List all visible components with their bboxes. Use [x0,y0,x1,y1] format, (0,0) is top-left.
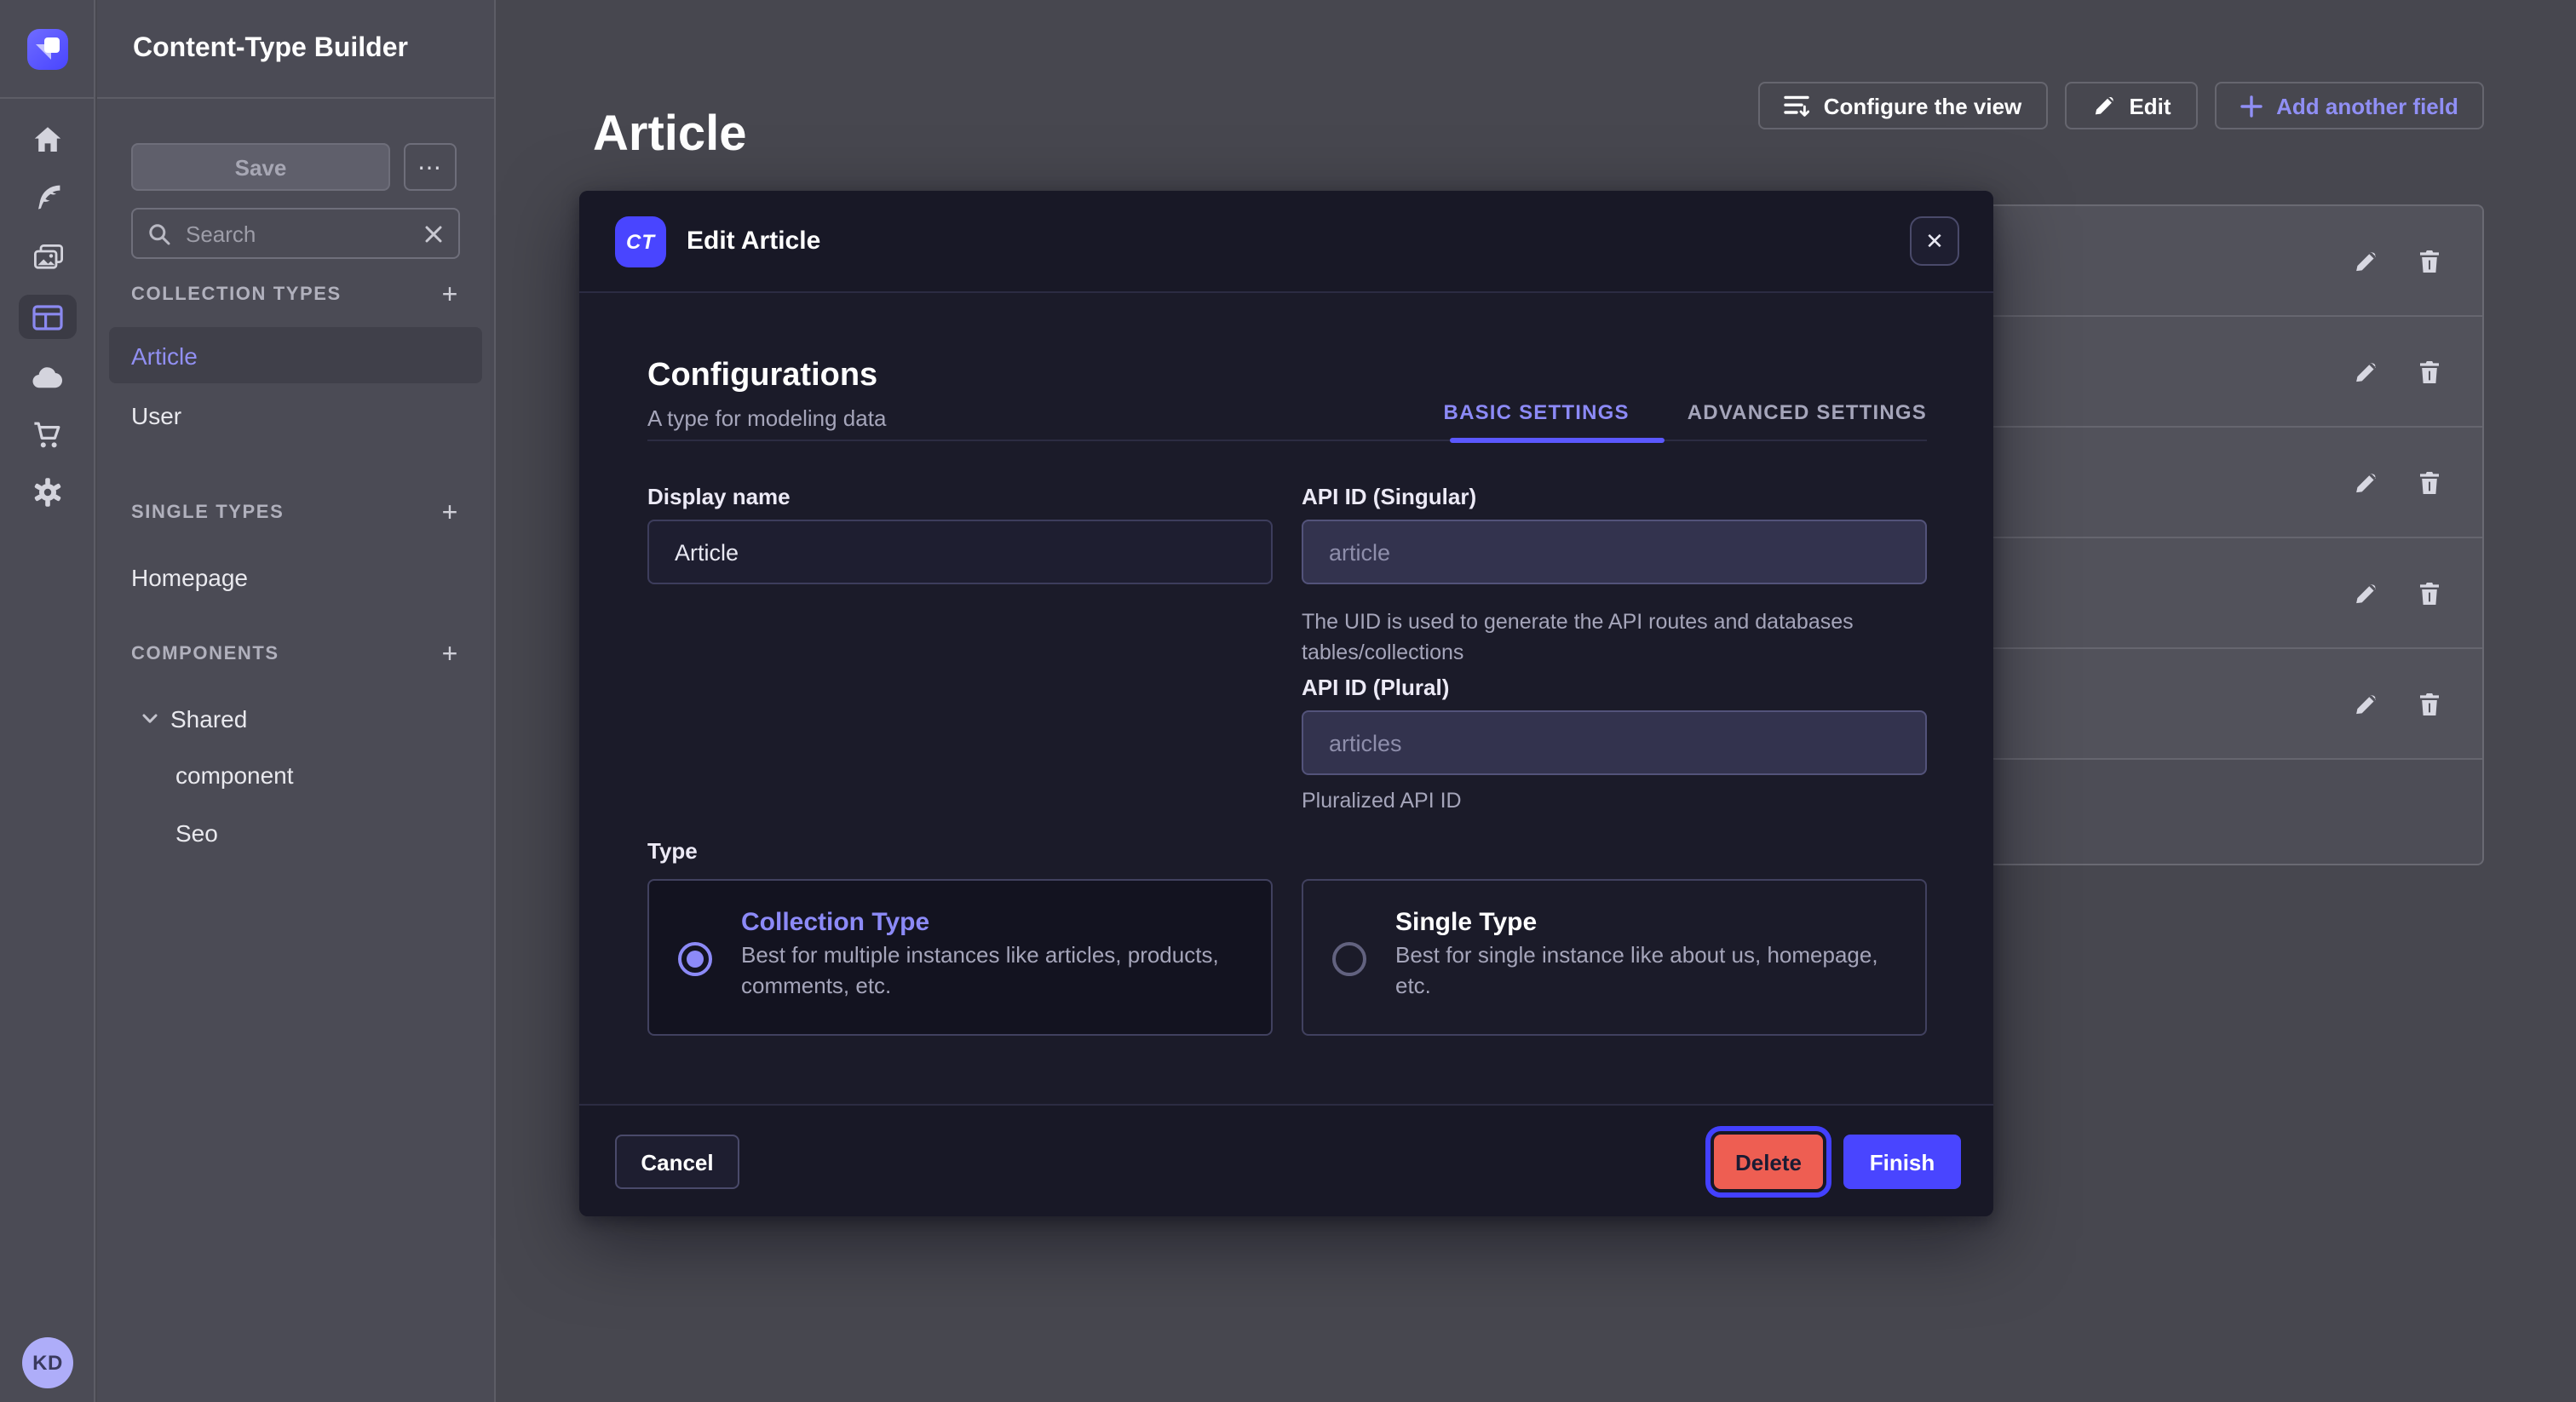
sidebar-item-label: Article [131,342,198,369]
content-type-builder-icon [32,304,63,330]
row-delete-trash-icon[interactable] [2409,351,2450,392]
configure-view-icon [1785,94,1810,118]
row-delete-trash-icon[interactable] [2409,683,2450,724]
configure-view-button[interactable]: Configure the view [1758,82,2048,129]
api-id-plural-help: Pluralized API ID [1302,785,1927,816]
display-name-label: Display name [647,484,1273,509]
edit-content-type-modal: CT Edit Article ✕ Configurations A type … [579,191,1993,1216]
pencil-icon [2091,94,2115,118]
add-field-label: Add another field [2276,93,2458,118]
option-title: Single Type [1395,908,1537,937]
add-collection-type-button[interactable]: + [436,281,463,308]
sidebar-item-user[interactable]: User [109,387,482,443]
api-id-plural-input [1302,710,1927,775]
collection-types-label: COLLECTION TYPES [131,284,342,305]
row-delete-trash-icon[interactable] [2409,572,2450,613]
search-icon [148,222,170,244]
subnav-header-divider [97,97,494,99]
row-edit-pencil-icon[interactable] [2344,683,2385,724]
add-another-field-button[interactable]: Add another field [2215,82,2484,129]
content-type-badge: CT [615,216,666,267]
add-single-type-button[interactable]: + [436,499,463,526]
marketplace-cart-icon[interactable] [0,411,95,458]
content-type-builder-nav-active[interactable] [19,295,77,339]
more-actions-button[interactable]: ⋯ [404,143,457,191]
sidebar-item-label: component [175,761,294,788]
edit-label: Edit [2129,93,2171,118]
section-title: Configurations [647,358,877,395]
single-type-option[interactable]: Single Type Best for single instance lik… [1302,879,1927,1036]
delete-button[interactable]: Delete [1714,1135,1823,1189]
search-field[interactable] [131,208,460,259]
row-delete-trash-icon[interactable] [2409,240,2450,281]
configure-view-label: Configure the view [1824,93,2022,118]
home-icon[interactable] [0,116,95,164]
rail-header-divider [0,97,94,99]
sidebar-item-component[interactable]: component [175,746,294,802]
api-id-singular-input [1302,520,1927,584]
group-label: Shared [170,704,247,732]
row-edit-pencil-icon[interactable] [2344,462,2385,503]
page-title: Article [593,108,747,164]
section-subtitle: A type for modeling data [647,405,886,431]
cancel-button[interactable]: Cancel [615,1135,739,1189]
sidebar-item-article[interactable]: Article [109,327,482,383]
collection-type-option[interactable]: Collection Type Best for multiple instan… [647,879,1273,1036]
component-group-shared[interactable]: Shared [141,690,247,746]
active-tab-underline [1450,438,1665,443]
sidebar-item-label: Homepage [131,563,248,590]
finish-button[interactable]: Finish [1843,1135,1961,1189]
modal-body: Configurations A type for modeling data … [579,293,1993,1104]
api-id-singular-help: The UID is used to generate the API rout… [1302,606,1927,668]
cloud-icon[interactable] [0,353,95,400]
ctb-subnav: Content-Type Builder Save ⋯ COLLECTION T… [97,0,496,1402]
radio-selected-icon [678,942,712,976]
add-component-button[interactable]: + [436,641,463,668]
chevron-down-icon [141,710,158,727]
display-name-input[interactable] [647,520,1273,584]
sidebar-item-label: User [131,401,181,428]
modal-title: Edit Article [687,191,820,293]
row-edit-pencil-icon[interactable] [2344,572,2385,613]
row-edit-pencil-icon[interactable] [2344,351,2385,392]
option-description: Best for single instance like about us, … [1395,940,1901,1002]
save-button[interactable]: Save [131,143,390,191]
option-description: Best for multiple instances like article… [741,940,1247,1002]
modal-header: CT Edit Article ✕ [579,191,1993,293]
type-label: Type [647,838,1273,864]
close-icon[interactable]: ✕ [1910,216,1959,266]
edit-button[interactable]: Edit [2065,82,2198,129]
content-manager-feather-icon[interactable] [0,174,95,221]
app-root: KD Content-Type Builder Save ⋯ COLLECTIO… [0,0,2576,1402]
modal-footer: Cancel Delete Finish [579,1104,1993,1216]
tab-advanced-settings[interactable]: ADVANCED SETTINGS [1688,400,1927,424]
settings-tabs: BASIC SETTINGS ADVANCED SETTINGS [1444,400,1927,424]
plus-icon [2240,95,2263,117]
settings-gear-icon[interactable] [0,468,95,516]
strapi-logo-mark-shade [36,44,51,60]
radio-unselected-icon [1332,942,1366,976]
tabs-divider [647,440,1927,441]
tab-basic-settings[interactable]: BASIC SETTINGS [1444,400,1630,424]
single-types-label: SINGLE TYPES [131,503,284,523]
components-label: COMPONENTS [131,644,279,664]
row-edit-pencil-icon[interactable] [2344,240,2385,281]
user-avatar[interactable]: KD [22,1337,73,1388]
sidebar-item-homepage[interactable]: Homepage [109,549,482,605]
api-id-singular-label: API ID (Singular) [1302,484,1927,509]
sidebar-item-label: Seo [175,819,218,846]
option-title: Collection Type [741,908,929,937]
strapi-logo[interactable] [27,29,68,70]
clear-search-icon[interactable] [424,224,443,243]
icon-rail: KD [0,0,95,1402]
row-delete-trash-icon[interactable] [2409,462,2450,503]
subnav-title: Content-Type Builder [133,0,408,99]
api-id-plural-label: API ID (Plural) [1302,675,1927,700]
media-library-icon[interactable] [0,233,95,281]
search-input[interactable] [182,219,412,248]
sidebar-item-seo[interactable]: Seo [175,804,218,860]
